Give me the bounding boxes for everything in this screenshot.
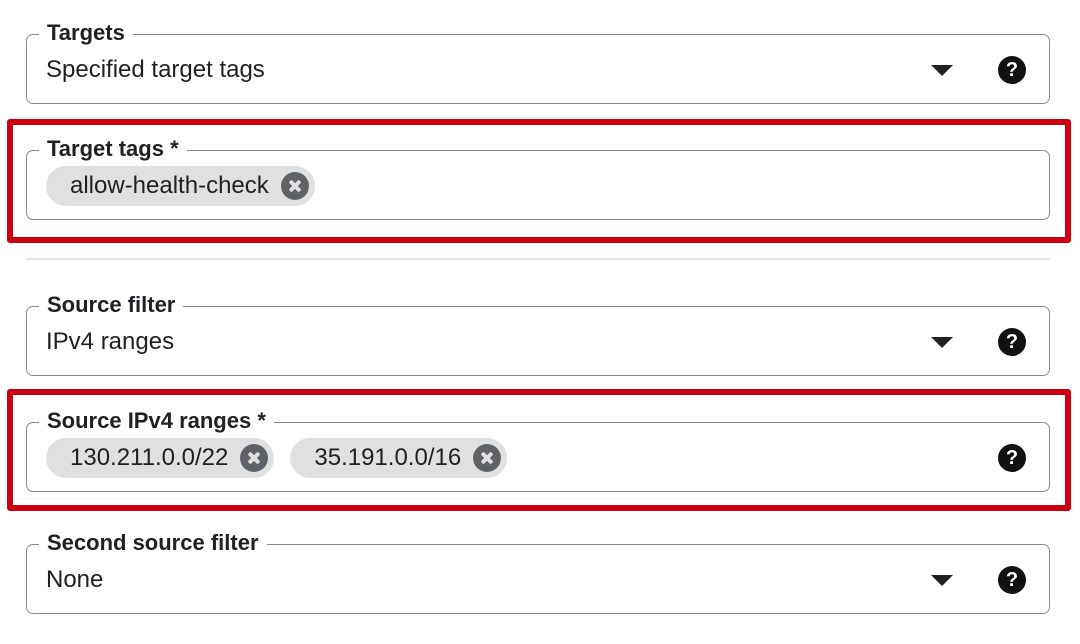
help-icon[interactable]: ? (998, 566, 1026, 594)
source-ipv4-chips: 130.211.0.0/22 35.191.0.0/16 (46, 438, 508, 478)
firewall-rule-form: Targets Specified target tags ? Target t… (0, 0, 1080, 644)
targets-label: Targets (39, 18, 133, 48)
tag-chip: allow-health-check (46, 166, 315, 206)
ip-range-chip: 130.211.0.0/22 (46, 438, 275, 478)
source-filter-label: Source filter (39, 290, 184, 320)
target-tags-label: Target tags * (39, 134, 187, 164)
help-icon[interactable]: ? (998, 444, 1026, 472)
ip-range-chip-label: 35.191.0.0/16 (314, 444, 462, 471)
targets-select[interactable]: Targets Specified target tags ? (26, 18, 1050, 104)
second-source-filter-select[interactable]: Second source filter None ? (26, 528, 1050, 614)
source-ipv4-ranges-field[interactable]: Source IPv4 ranges * 130.211.0.0/22 35.1… (26, 406, 1050, 492)
source-ipv4-ranges-label: Source IPv4 ranges * (39, 406, 274, 436)
targets-value: Specified target tags (46, 56, 265, 83)
arrow-drop-down-icon[interactable] (931, 65, 953, 76)
ip-range-chip: 35.191.0.0/16 (290, 438, 508, 478)
source-filter-value: IPv4 ranges (46, 328, 175, 355)
cancel-icon[interactable] (240, 444, 269, 472)
arrow-drop-down-icon[interactable] (931, 575, 953, 586)
cancel-icon[interactable] (280, 172, 309, 200)
target-tags-chips: allow-health-check (46, 166, 315, 206)
cancel-icon[interactable] (473, 444, 502, 472)
tag-chip-label: allow-health-check (70, 172, 269, 199)
help-icon[interactable]: ? (998, 328, 1026, 356)
help-icon[interactable]: ? (998, 56, 1026, 84)
source-filter-select[interactable]: Source filter IPv4 ranges ? (26, 290, 1050, 376)
ip-range-chip-label: 130.211.0.0/22 (70, 444, 229, 471)
arrow-drop-down-icon[interactable] (931, 337, 953, 348)
second-source-filter-value: None (46, 566, 104, 593)
section-divider (26, 258, 1050, 260)
target-tags-field[interactable]: Target tags * allow-health-check (26, 134, 1050, 220)
second-source-filter-label: Second source filter (39, 528, 267, 558)
